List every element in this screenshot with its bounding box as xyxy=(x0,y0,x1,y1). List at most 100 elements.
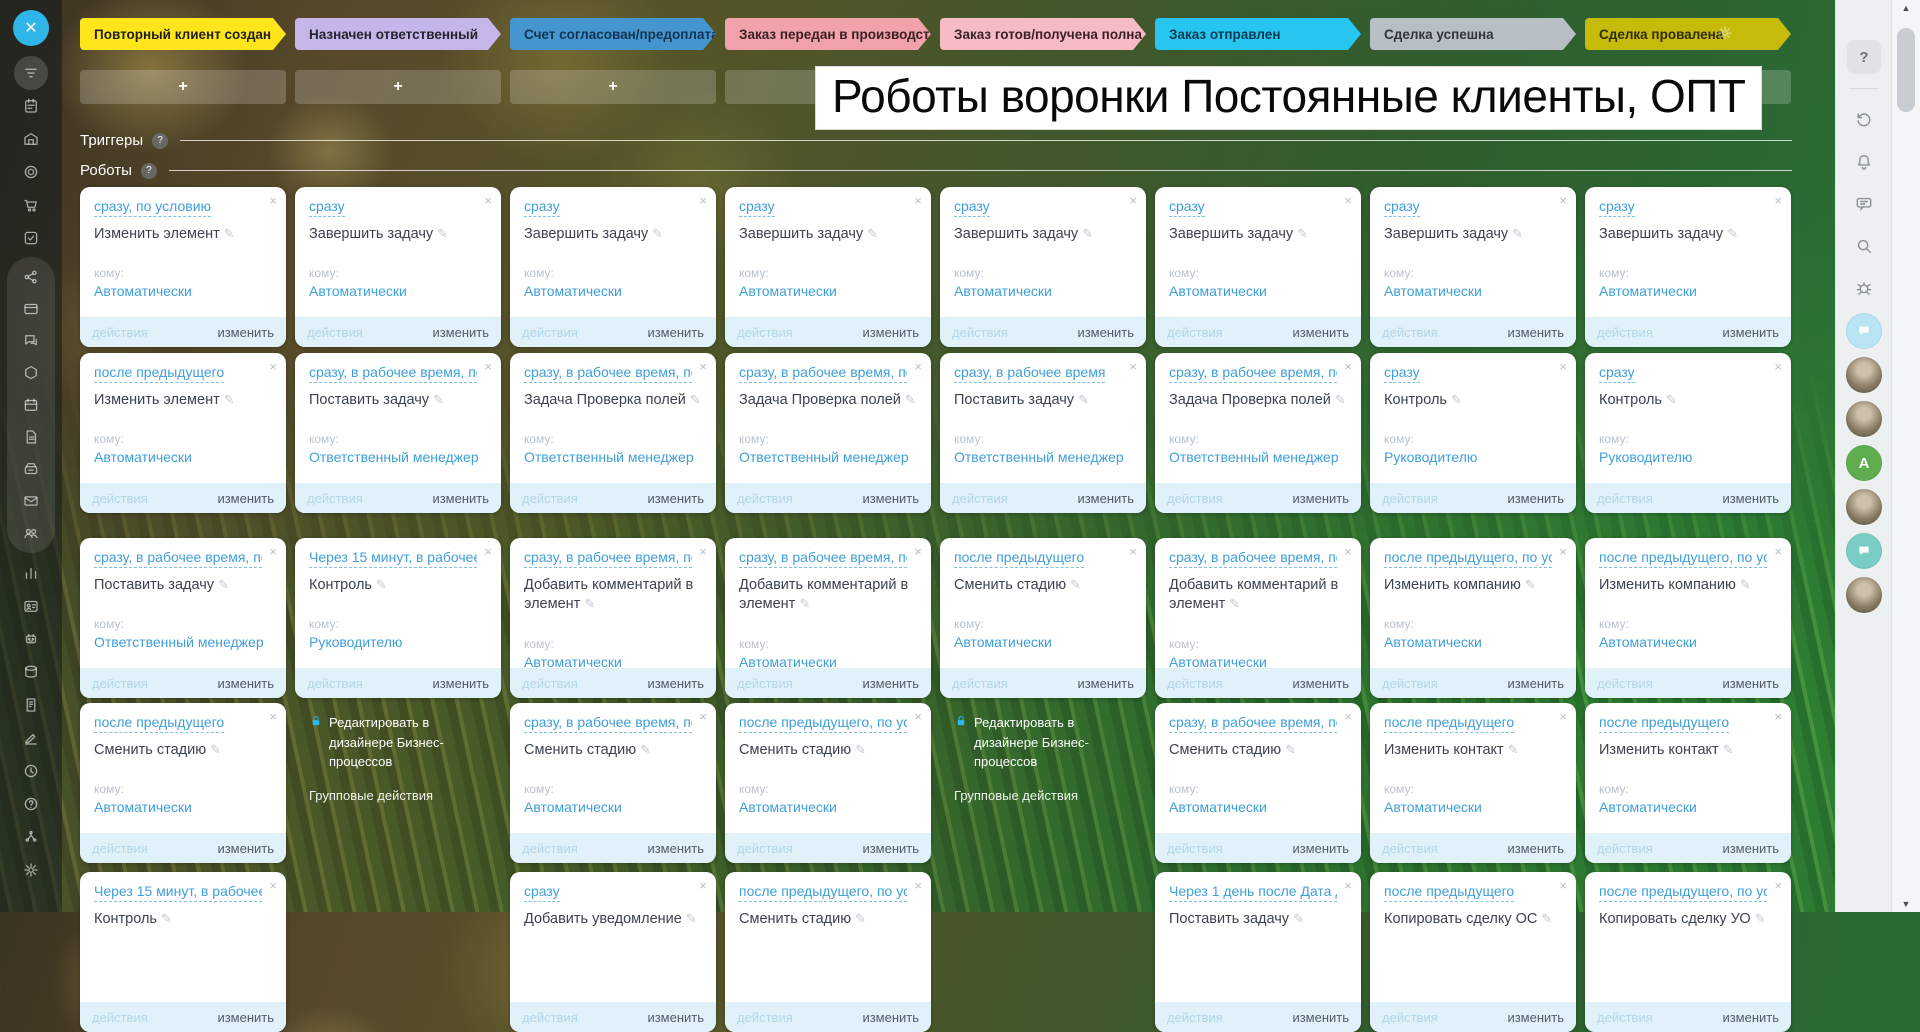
robot-assignee-link[interactable]: Руководителю xyxy=(1599,449,1779,465)
stage-header-5[interactable]: Заказ готов/получена полна... xyxy=(940,18,1146,50)
close-icon[interactable]: × xyxy=(484,545,492,558)
robot-assignee-link[interactable]: Автоматически xyxy=(1384,634,1564,650)
robot-when-link[interactable]: сразу, в рабочее время, пос... xyxy=(524,713,692,733)
robot-assignee-link[interactable]: Ответственный менеджер xyxy=(954,449,1134,465)
robot-assignee-link[interactable]: Автоматически xyxy=(94,799,274,815)
edit-pencil-icon[interactable]: ✎ xyxy=(584,596,595,611)
edit-pencil-icon[interactable]: ✎ xyxy=(1512,226,1523,241)
robot-when-link[interactable]: сразу xyxy=(1384,197,1420,217)
close-icon[interactable]: × xyxy=(699,360,707,373)
robot-when-link[interactable]: после предыдущего, по усл... xyxy=(739,713,907,733)
close-icon[interactable]: × xyxy=(699,545,707,558)
card-edit-link[interactable]: изменить xyxy=(647,841,704,856)
user-avatar[interactable] xyxy=(1846,401,1882,437)
edit-pencil-icon[interactable]: ✎ xyxy=(640,742,651,757)
card-edit-link[interactable]: изменить xyxy=(217,841,274,856)
close-icon[interactable]: × xyxy=(269,194,277,207)
sidebar-item-sites sites-icon[interactable] xyxy=(7,293,55,325)
close-icon[interactable]: × xyxy=(1774,360,1782,373)
card-edit-link[interactable]: изменить xyxy=(217,491,274,506)
robot-when-link[interactable]: Через 15 минут, в рабочее в... xyxy=(94,882,262,902)
edit-pencil-icon[interactable]: ✎ xyxy=(867,226,878,241)
edit-pencil-icon[interactable]: ✎ xyxy=(1297,226,1308,241)
edit-pencil-icon[interactable]: ✎ xyxy=(1335,392,1346,407)
robot-assignee-link[interactable]: Автоматически xyxy=(1169,799,1349,815)
card-actions-link[interactable]: действия xyxy=(1597,325,1653,340)
robot-when-link[interactable]: после предыдущего xyxy=(1384,713,1514,733)
edit-pencil-icon[interactable]: ✎ xyxy=(1727,226,1738,241)
card-edit-link[interactable]: изменить xyxy=(1292,841,1349,856)
robot-assignee-link[interactable]: Ответственный менеджер xyxy=(739,449,919,465)
edit-pencil-icon[interactable]: ✎ xyxy=(437,226,448,241)
close-icon[interactable]: × xyxy=(1559,194,1567,207)
sidebar-item-help help-icon[interactable] xyxy=(0,787,62,820)
card-edit-link[interactable]: изменить xyxy=(1507,325,1564,340)
card-actions-link[interactable]: действия xyxy=(1382,841,1438,856)
close-icon[interactable]: × xyxy=(699,710,707,723)
robot-assignee-link[interactable]: Автоматически xyxy=(94,449,274,465)
close-icon[interactable]: × xyxy=(269,879,277,892)
sidebar-item-data data-icon[interactable] xyxy=(0,655,62,688)
user-avatar[interactable]: A xyxy=(1846,445,1882,481)
robot-when-link[interactable]: Через 1 день после Дата до... xyxy=(1169,882,1337,902)
card-edit-link[interactable]: изменить xyxy=(862,676,919,691)
card-actions-link[interactable]: действия xyxy=(1382,325,1438,340)
close-icon[interactable]: × xyxy=(269,360,277,373)
edit-pencil-icon[interactable]: ✎ xyxy=(1508,742,1519,757)
edit-pencil-icon[interactable]: ✎ xyxy=(161,911,172,926)
robot-assignee-link[interactable]: Автоматически xyxy=(954,283,1134,299)
robot-when-link[interactable]: сразу, в рабочее время, пос... xyxy=(309,363,477,383)
card-edit-link[interactable]: изменить xyxy=(647,325,704,340)
robot-when-link[interactable]: сразу xyxy=(1599,197,1635,217)
stage-settings-gear-icon[interactable] xyxy=(1716,24,1734,47)
robot-when-link[interactable]: сразу xyxy=(1599,363,1635,383)
card-actions-link[interactable]: действия xyxy=(92,491,148,506)
card-edit-link[interactable]: изменить xyxy=(1077,325,1134,340)
close-icon[interactable]: × xyxy=(914,710,922,723)
close-icon[interactable]: × xyxy=(914,545,922,558)
edit-pencil-icon[interactable]: ✎ xyxy=(1293,911,1304,926)
rail-bug-icon[interactable] xyxy=(1847,271,1881,305)
robot-assignee-link[interactable]: Ответственный менеджер xyxy=(309,449,489,465)
robot-assignee-link[interactable]: Автоматически xyxy=(94,283,274,299)
close-icon[interactable]: × xyxy=(1344,360,1352,373)
card-actions-link[interactable]: действия xyxy=(1167,676,1223,691)
card-edit-link[interactable]: изменить xyxy=(1722,325,1779,340)
rail-history-icon[interactable] xyxy=(1847,103,1881,137)
edit-pencil-icon[interactable]: ✎ xyxy=(1229,596,1240,611)
robot-when-link[interactable]: сразу xyxy=(1384,363,1420,383)
robot-when-link[interactable]: сразу xyxy=(954,197,990,217)
sidebar-item-mail mail-icon[interactable] xyxy=(7,485,55,517)
stage-header-2[interactable]: Назначен ответственный xyxy=(295,18,501,50)
sidebar-item-marketplace marketplace-icon[interactable] xyxy=(7,357,55,389)
stage-header-7[interactable]: Сделка успешна xyxy=(1370,18,1576,50)
stage-header-3[interactable]: Счет согласован/предоплата... xyxy=(510,18,716,50)
stage-header-8[interactable]: Сделка провалена xyxy=(1585,18,1791,50)
close-icon[interactable]: × xyxy=(484,194,492,207)
card-actions-link[interactable]: действия xyxy=(522,676,578,691)
scroll-down-arrow-icon[interactable]: ▼ xyxy=(1892,896,1920,912)
edit-pencil-icon[interactable]: ✎ xyxy=(690,392,701,407)
robot-when-link[interactable]: сразу, в рабочее время, пос... xyxy=(524,363,692,383)
card-edit-link[interactable]: изменить xyxy=(1722,1010,1779,1025)
close-icon[interactable]: × xyxy=(1129,545,1137,558)
close-icon[interactable]: × xyxy=(1129,360,1137,373)
card-edit-link[interactable]: изменить xyxy=(217,325,274,340)
edit-pencil-icon[interactable]: ✎ xyxy=(224,226,235,241)
card-edit-link[interactable]: изменить xyxy=(1722,676,1779,691)
card-edit-link[interactable]: изменить xyxy=(647,491,704,506)
sidebar-item-documents documents-icon[interactable] xyxy=(7,421,55,453)
card-actions-link[interactable]: действия xyxy=(1597,1010,1653,1025)
robot-assignee-link[interactable]: Ответственный менеджер xyxy=(524,449,704,465)
sidebar-item-time time-icon[interactable] xyxy=(0,754,62,787)
edit-pencil-icon[interactable]: ✎ xyxy=(686,911,697,926)
robot-assignee-link[interactable]: Автоматически xyxy=(309,283,489,299)
robot-when-link[interactable]: сразу xyxy=(739,197,775,217)
edit-pencil-icon[interactable]: ✎ xyxy=(652,226,663,241)
card-edit-link[interactable]: изменить xyxy=(1292,491,1349,506)
card-actions-link[interactable]: действия xyxy=(952,491,1008,506)
card-actions-link[interactable]: действия xyxy=(1597,491,1653,506)
edit-pencil-icon[interactable]: ✎ xyxy=(218,577,229,592)
robot-when-link[interactable]: сразу xyxy=(1169,197,1205,217)
stage-header-6[interactable]: Заказ отправлен xyxy=(1155,18,1361,50)
